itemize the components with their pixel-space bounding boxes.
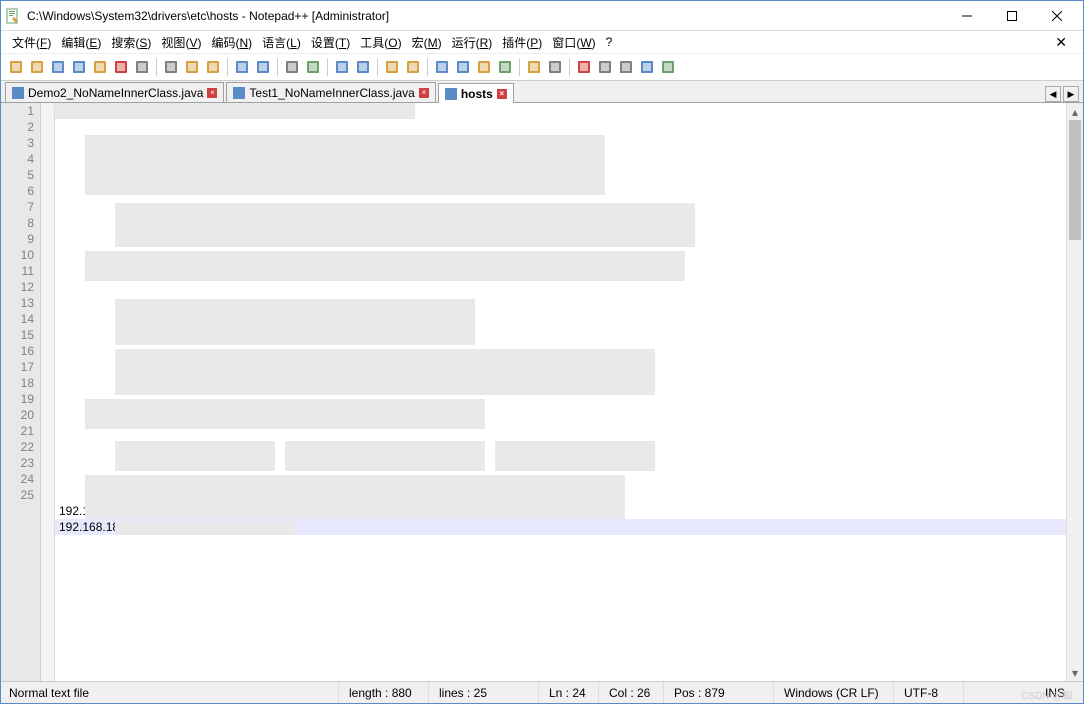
undo-button[interactable]	[233, 58, 251, 76]
print-button[interactable]	[133, 58, 151, 76]
redo-button[interactable]	[254, 58, 272, 76]
play-multi-button[interactable]	[638, 58, 656, 76]
menu-view[interactable]: 视图(V)	[158, 32, 204, 53]
save-all-button[interactable]	[70, 58, 88, 76]
paste-button[interactable]	[204, 58, 222, 76]
tab-scroll-right[interactable]: ▶	[1063, 86, 1079, 102]
status-eol: Windows (CR LF)	[774, 682, 894, 703]
scroll-track[interactable]	[1067, 240, 1083, 664]
new-file-button[interactable]	[7, 58, 25, 76]
tabbar: Demo2_NoNameInnerClass.java×Test1_NoName…	[1, 81, 1083, 103]
status-pos: Pos : 879	[664, 682, 774, 703]
line-number-gutter: 1234567891011121314151617181920212223242…	[1, 103, 41, 681]
menu-settings[interactable]: 设置(T)	[308, 32, 353, 53]
tab-scroll-left[interactable]: ◀	[1045, 86, 1061, 102]
tab-0[interactable]: Demo2_NoNameInnerClass.java ×	[5, 82, 224, 102]
tab-close-icon[interactable]: ×	[497, 89, 507, 99]
open-file-button[interactable]	[28, 58, 46, 76]
tab-close-icon[interactable]: ×	[419, 88, 429, 98]
status-col: Col : 26	[599, 682, 664, 703]
titlebar: C:\Windows\System32\drivers\etc\hosts - …	[1, 1, 1083, 31]
tab-2[interactable]: hosts ×	[438, 83, 514, 103]
menu-file[interactable]: 文件(F)	[9, 32, 54, 53]
sync-v-button[interactable]	[383, 58, 401, 76]
menu-window[interactable]: 窗口(W)	[549, 32, 598, 53]
status-filetype: Normal text file	[9, 682, 339, 703]
status-lines: lines : 25	[429, 682, 539, 703]
menu-edit[interactable]: 编辑(E)	[58, 32, 104, 53]
menu-search[interactable]: 搜索(S)	[108, 32, 154, 53]
close-button[interactable]	[1034, 1, 1079, 30]
save-button[interactable]	[49, 58, 67, 76]
redacted-content	[109, 103, 1052, 439]
code-line[interactable]	[55, 535, 1066, 551]
save-macro-button[interactable]	[659, 58, 677, 76]
code-area[interactable]: 192.168.188.127 hadoop100192.168.188.126…	[55, 103, 1066, 681]
play-button[interactable]	[617, 58, 635, 76]
menu-plugins[interactable]: 插件(P)	[499, 32, 545, 53]
vertical-scrollbar[interactable]: ▴ ▾	[1066, 103, 1083, 681]
menubar-close-button[interactable]: ✕	[1047, 34, 1075, 51]
tab-close-icon[interactable]: ×	[207, 88, 217, 98]
indent-button[interactable]	[475, 58, 493, 76]
close-all-button[interactable]	[112, 58, 130, 76]
statusbar: Normal text file length : 880 lines : 25…	[1, 681, 1083, 703]
zoom-in-button[interactable]	[333, 58, 351, 76]
file-icon	[233, 87, 245, 99]
copy-button[interactable]	[183, 58, 201, 76]
status-encoding: UTF-8	[894, 682, 964, 703]
find-button[interactable]	[283, 58, 301, 76]
file-icon	[12, 87, 24, 99]
menu-macro[interactable]: 宏(M)	[409, 32, 445, 53]
tab-1[interactable]: Test1_NoNameInnerClass.java ×	[226, 82, 435, 102]
maximize-button[interactable]	[989, 1, 1034, 30]
window-title: C:\Windows\System32\drivers\etc\hosts - …	[27, 9, 944, 23]
lang-button[interactable]	[496, 58, 514, 76]
watermark: CSDN @蝦..	[1021, 687, 1078, 702]
status-ln: Ln : 24	[539, 682, 599, 703]
tab-label: Demo2_NoNameInnerClass.java	[28, 86, 203, 100]
tab-label: hosts	[461, 87, 493, 101]
status-length: length : 880	[339, 682, 429, 703]
zoom-out-button[interactable]	[354, 58, 372, 76]
file-icon	[445, 88, 457, 100]
cut-button[interactable]	[162, 58, 180, 76]
replace-button[interactable]	[304, 58, 322, 76]
eye-button[interactable]	[546, 58, 564, 76]
record-button[interactable]	[575, 58, 593, 76]
menu-language[interactable]: 语言(L)	[259, 32, 304, 53]
all-chars-button[interactable]	[454, 58, 472, 76]
toolbar	[1, 53, 1083, 81]
sync-h-button[interactable]	[404, 58, 422, 76]
scroll-up-button[interactable]: ▴	[1067, 103, 1083, 120]
menu-encoding[interactable]: 编码(N)	[208, 32, 255, 53]
menu-help[interactable]: ?	[603, 33, 616, 51]
tab-label: Test1_NoNameInnerClass.java	[249, 86, 414, 100]
scroll-thumb[interactable]	[1069, 120, 1081, 240]
menu-tools[interactable]: 工具(O)	[357, 32, 404, 53]
minimize-button[interactable]	[944, 1, 989, 30]
folder-button[interactable]	[525, 58, 543, 76]
app-icon	[5, 8, 21, 24]
stop-button[interactable]	[596, 58, 614, 76]
close-button[interactable]	[91, 58, 109, 76]
menubar: 文件(F) 编辑(E) 搜索(S) 视图(V) 编码(N) 语言(L) 设置(T…	[1, 31, 1083, 53]
fold-margin	[41, 103, 55, 681]
scroll-down-button[interactable]: ▾	[1067, 664, 1083, 681]
wrap-button[interactable]	[433, 58, 451, 76]
menu-run[interactable]: 运行(R)	[449, 32, 496, 53]
editor[interactable]: 1234567891011121314151617181920212223242…	[1, 103, 1083, 681]
